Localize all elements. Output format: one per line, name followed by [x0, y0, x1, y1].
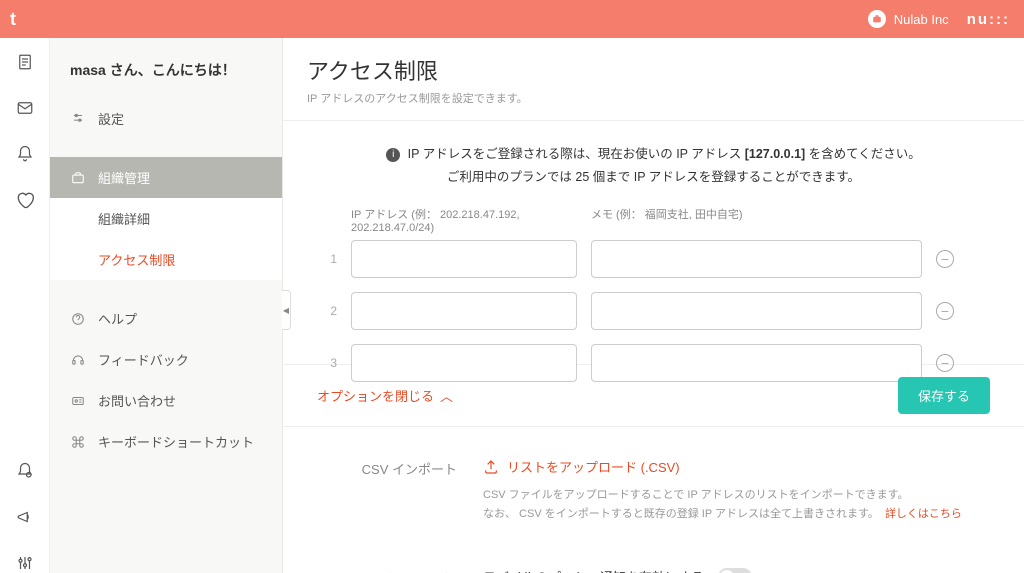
- ip-input[interactable]: [351, 292, 577, 330]
- main-content: アクセス制限 IP アドレスのアクセス制限を設定できます。 i IP アドレスを…: [283, 38, 1024, 573]
- push-label: プッシュ通知: [323, 567, 483, 573]
- toggle-options-link[interactable]: オプションを閉じる ︿: [317, 386, 453, 405]
- row-number: 1: [323, 252, 337, 266]
- sidebar-item-help[interactable]: ヘルプ: [50, 298, 282, 339]
- ip-input[interactable]: [351, 240, 577, 278]
- sidebar: masa さん、こんにちは！ 設定 組織管理 組織詳細 アクセス制限 ヘルプ フ…: [50, 38, 283, 573]
- sidebar-label: お問い合わせ: [98, 391, 176, 410]
- remove-row-button[interactable]: −: [936, 302, 954, 320]
- nulab-logo-icon[interactable]: nu:::: [967, 11, 1010, 28]
- greeting: masa さん、こんにちは！: [50, 38, 282, 98]
- csv-import-label: CSV インポート: [323, 457, 483, 523]
- csv-import-section: CSV インポート リストをアップロード (.CSV) CSV ファイルをアップ…: [323, 457, 984, 523]
- page-header: アクセス制限 IP アドレスのアクセス制限を設定できます。: [283, 38, 1024, 121]
- brand-logo-icon[interactable]: t: [10, 9, 16, 30]
- sidebar-item-feedback[interactable]: フィードバック: [50, 339, 282, 380]
- sidebar-subitem-org-detail[interactable]: 組織詳細: [50, 198, 282, 239]
- info-message: i IP アドレスをご登録される際は、現在お使いの IP アドレス [127.0…: [283, 121, 1024, 206]
- ip-row: 1 −: [323, 240, 954, 278]
- briefcase-icon: [868, 10, 886, 28]
- push-notification-section: プッシュ通知 モバイルのプッシュ通知を有効にする 組織のユーザーへのモバイルのプ…: [323, 567, 984, 573]
- sidebar-subitem-access[interactable]: アクセス制限: [50, 239, 282, 280]
- sidebar-label: キーボードショートカット: [98, 432, 254, 451]
- command-icon: [70, 434, 86, 450]
- sidebar-label: 設定: [98, 109, 124, 128]
- sidebar-item-settings[interactable]: 設定: [50, 98, 282, 139]
- ip-row: 3 −: [323, 344, 954, 382]
- csv-more-link[interactable]: 詳しくはこちら: [885, 508, 962, 520]
- bell-icon[interactable]: [15, 144, 35, 164]
- sidebar-item-shortcut[interactable]: キーボードショートカット: [50, 421, 282, 462]
- org-name: Nulab Inc: [894, 12, 949, 27]
- remove-row-button[interactable]: −: [936, 250, 954, 268]
- card-icon: [70, 393, 86, 409]
- upload-icon: [483, 459, 499, 475]
- memo-input[interactable]: [591, 292, 922, 330]
- row-number: 2: [323, 304, 337, 318]
- bell-settings-icon[interactable]: [15, 461, 35, 481]
- options-panel: CSV インポート リストをアップロード (.CSV) CSV ファイルをアップ…: [283, 427, 1024, 573]
- headset-icon: [70, 352, 86, 368]
- info-icon: i: [386, 148, 400, 162]
- left-rail: [0, 38, 50, 573]
- megaphone-icon[interactable]: [15, 507, 35, 527]
- row-number: 3: [323, 356, 337, 370]
- topbar: t Nulab Inc nu:::: [0, 0, 1024, 38]
- sidebar-label: ヘルプ: [98, 309, 137, 328]
- memo-input[interactable]: [591, 344, 922, 382]
- org-switcher[interactable]: Nulab Inc: [868, 10, 949, 28]
- save-button[interactable]: 保存する: [898, 377, 990, 414]
- page-title: アクセス制限: [307, 54, 1000, 86]
- mail-icon[interactable]: [15, 98, 35, 118]
- push-toggle-switch[interactable]: [718, 568, 752, 573]
- memo-input[interactable]: [591, 240, 922, 278]
- sidebar-item-org-management[interactable]: 組織管理: [50, 157, 282, 198]
- ip-form: IP アドレス (例： 202.218.47.192, 202.218.47.0…: [283, 206, 1024, 382]
- briefcase-icon: [70, 170, 86, 186]
- ip-row: 2 −: [323, 292, 954, 330]
- help-icon: [70, 311, 86, 327]
- page-subtitle: IP アドレスのアクセス制限を設定できます。: [307, 90, 1000, 106]
- sidebar-label: 組織管理: [98, 168, 150, 187]
- sidebar-item-contact[interactable]: お問い合わせ: [50, 380, 282, 421]
- push-title: モバイルのプッシュ通知を有効にする: [483, 567, 704, 573]
- chevron-up-icon: ︿: [440, 386, 453, 405]
- sidebar-label: フィードバック: [98, 350, 189, 369]
- heart-icon[interactable]: [15, 190, 35, 210]
- settings-icon: [70, 111, 86, 127]
- ip-input[interactable]: [351, 344, 577, 382]
- memo-column-label: メモ (例： 福岡支社, 田中自宅): [591, 206, 743, 234]
- document-icon[interactable]: [15, 52, 35, 72]
- csv-upload-link[interactable]: リストをアップロード (.CSV): [483, 457, 680, 476]
- ip-column-label: IP アドレス (例： 202.218.47.192, 202.218.47.0…: [351, 206, 577, 234]
- sliders-icon[interactable]: [15, 553, 35, 573]
- remove-row-button[interactable]: −: [936, 354, 954, 372]
- current-ip: [127.0.0.1]: [745, 147, 805, 161]
